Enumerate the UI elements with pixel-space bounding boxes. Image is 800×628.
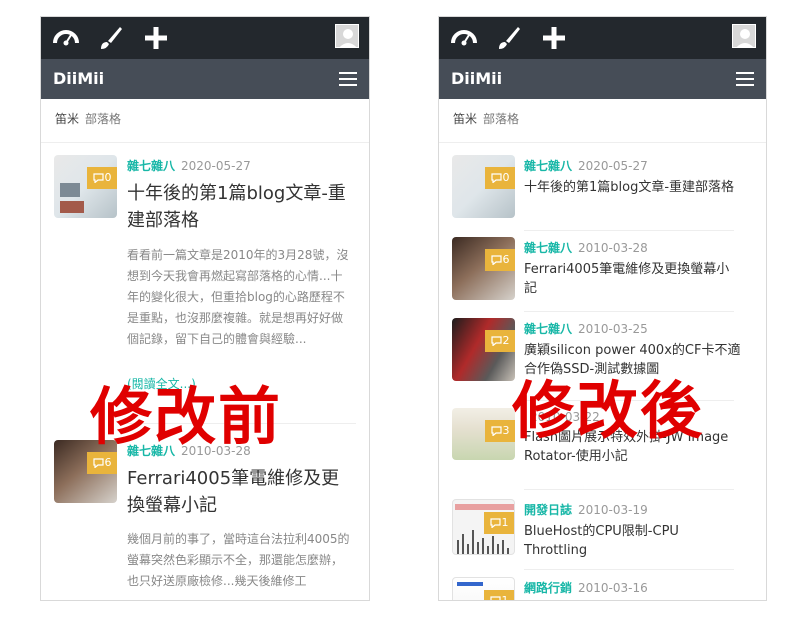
plus-icon[interactable] bbox=[141, 23, 171, 53]
admin-toolbar bbox=[439, 17, 766, 59]
comment-badge: 0 bbox=[485, 167, 515, 189]
post-title[interactable]: 十年後的第1篇blog文章-重建部落格 bbox=[127, 180, 353, 234]
post-category[interactable]: 開發日誌 bbox=[524, 503, 572, 517]
brush-icon[interactable] bbox=[95, 23, 125, 53]
post-category[interactable]: 網路行銷 bbox=[524, 581, 572, 595]
post-thumbnail[interactable]: 0 bbox=[452, 155, 515, 218]
comment-badge: 6 bbox=[87, 452, 117, 474]
post-thumbnail[interactable]: 0 bbox=[54, 155, 117, 218]
list-item[interactable]: 6 雜七雜八 2010-03-28 Ferrari4005筆電維修及更換螢幕小記 bbox=[452, 237, 742, 303]
post-category[interactable]: 雜七雜八 bbox=[524, 241, 572, 255]
comment-badge: 6 bbox=[485, 249, 515, 271]
post-date: 2020-05-27 bbox=[181, 159, 251, 173]
post-date: 2010-03-16 bbox=[578, 581, 648, 595]
post-category[interactable]: 雜七雜八 bbox=[524, 159, 572, 173]
post-excerpt: 幾個月前的事了，當時這台法拉利4005的螢幕突然色彩顯示不全，那還能怎麼辦，也只… bbox=[127, 532, 350, 588]
post-thumbnail[interactable]: 1 bbox=[452, 577, 515, 601]
post-date: 2010-03-25 bbox=[578, 322, 648, 336]
site-brand[interactable]: DiiMii bbox=[451, 59, 502, 99]
comment-badge: 0 bbox=[87, 167, 117, 189]
list-item[interactable]: 0 雜七雜八 2020-05-27 十年後的第1篇blog文章-重建部落格 看看前… bbox=[54, 143, 356, 415]
list-item[interactable]: 0 雜七雜八 2020-05-27 十年後的第1篇blog文章-重建部落格 bbox=[452, 155, 742, 221]
post-thumbnail[interactable]: 6 bbox=[452, 237, 515, 300]
breadcrumb-main[interactable]: 笛米 bbox=[55, 112, 79, 126]
comment-icon bbox=[490, 255, 502, 266]
phone-after: DiiMii 笛米 部落格 0 雜七雜八 2020-05-27 十年後的第1篇blo… bbox=[438, 16, 767, 601]
overlay-after-label: 修改後 bbox=[512, 374, 705, 447]
comment-count: 1 bbox=[501, 594, 509, 601]
comment-count: 2 bbox=[502, 334, 510, 347]
post-title[interactable]: Ferrari4005筆電維修及更換螢幕小記 bbox=[127, 465, 353, 519]
post-thumbnail[interactable]: 3 bbox=[452, 408, 515, 460]
post-title[interactable]: 十年後的第1篇blog文章-重建部落格 bbox=[524, 178, 742, 197]
comment-badge: 1 bbox=[484, 512, 514, 534]
comment-badge: 1 bbox=[484, 590, 514, 601]
comment-icon bbox=[490, 426, 502, 437]
comment-count: 3 bbox=[502, 424, 510, 437]
post-title[interactable]: BlueHost的CPU限制-CPU Throttling bbox=[524, 522, 742, 560]
comment-badge: 2 bbox=[485, 330, 515, 352]
admin-toolbar bbox=[41, 17, 369, 59]
divider bbox=[524, 569, 734, 570]
breadcrumb: 笛米 部落格 bbox=[41, 99, 369, 143]
list-item[interactable]: 1 開發日誌 2010-03-19 BlueHost的CPU限制-CPU Thro… bbox=[452, 499, 742, 565]
post-title[interactable]: Ferrari4005筆電維修及更換螢幕小記 bbox=[524, 260, 742, 298]
comment-count: 0 bbox=[104, 171, 112, 184]
post-date: 2010-03-28 bbox=[578, 241, 648, 255]
post-category[interactable]: 雜七雜八 bbox=[127, 159, 175, 173]
plus-icon[interactable] bbox=[539, 23, 569, 53]
site-brand[interactable]: DiiMii bbox=[53, 59, 104, 99]
breadcrumb-sub: 部落格 bbox=[483, 112, 520, 126]
comment-icon bbox=[489, 518, 501, 529]
avatar[interactable] bbox=[732, 24, 756, 48]
phone-before: DiiMii 笛米 部落格 0 雜七雜八 2020-05-27 十年後的第1篇blo… bbox=[40, 16, 370, 601]
comment-count: 6 bbox=[104, 456, 112, 469]
overlay-before-label: 修改前 bbox=[90, 380, 283, 453]
comment-icon bbox=[92, 173, 104, 184]
site-navbar: DiiMii bbox=[439, 59, 766, 99]
list-item[interactable]: 1 網路行銷 2010-03-16 bbox=[452, 577, 742, 601]
breadcrumb: 笛米 部落格 bbox=[439, 99, 766, 143]
dashboard-icon[interactable] bbox=[51, 23, 81, 53]
dashboard-icon[interactable] bbox=[449, 23, 479, 53]
divider bbox=[524, 489, 734, 490]
post-thumbnail[interactable]: 2 bbox=[452, 318, 515, 381]
post-date: 2010-03-19 bbox=[578, 503, 648, 517]
post-excerpt: 看看前一篇文章是2010年的3月28號，沒想到今天我會再燃起寫部落格的心情...… bbox=[127, 248, 349, 346]
post-thumbnail[interactable]: 1 bbox=[452, 499, 515, 555]
comment-count: 6 bbox=[502, 253, 510, 266]
post-category[interactable]: 雜七雜八 bbox=[524, 322, 572, 336]
comment-count: 0 bbox=[502, 171, 510, 184]
divider bbox=[524, 311, 734, 312]
comment-icon bbox=[490, 173, 502, 184]
comment-icon bbox=[92, 458, 104, 469]
avatar[interactable] bbox=[335, 24, 359, 48]
menu-icon[interactable] bbox=[736, 72, 754, 86]
comment-icon bbox=[489, 596, 501, 600]
divider bbox=[524, 230, 734, 231]
menu-icon[interactable] bbox=[339, 72, 357, 86]
comment-badge: 3 bbox=[485, 420, 515, 442]
breadcrumb-sub: 部落格 bbox=[85, 112, 122, 126]
breadcrumb-main[interactable]: 笛米 bbox=[453, 112, 477, 126]
comment-icon bbox=[490, 336, 502, 347]
brush-icon[interactable] bbox=[493, 23, 523, 53]
post-date: 2020-05-27 bbox=[578, 159, 648, 173]
site-navbar: DiiMii bbox=[41, 59, 369, 99]
comment-count: 1 bbox=[501, 516, 509, 529]
